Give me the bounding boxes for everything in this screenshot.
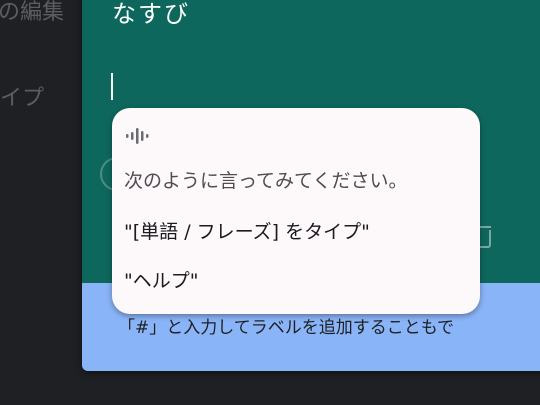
background-type-label: イプ xyxy=(0,86,45,111)
label-hint-text: 「#」と入力してラベルを追加することもで xyxy=(118,318,455,338)
voice-command-popup: 次のように言ってみてください。 "[単語 / フレーズ] をタイプ" "ヘルプ" xyxy=(112,108,480,314)
voice-suggestion-help[interactable]: "ヘルプ" xyxy=(124,266,198,293)
voice-prompt: 次のように言ってみてください。 xyxy=(124,170,408,192)
voice-wave-icon xyxy=(126,128,149,144)
voice-suggestion-type[interactable]: "[単語 / フレーズ] をタイプ" xyxy=(124,217,370,244)
note-title[interactable]: なすび xyxy=(112,0,190,29)
background-edit-label: の編集 xyxy=(0,0,65,25)
screen: の編集 イプ なすび 「#」と入力してラベルを追加することもで 次のように言って… xyxy=(0,0,540,405)
text-cursor xyxy=(111,73,113,100)
